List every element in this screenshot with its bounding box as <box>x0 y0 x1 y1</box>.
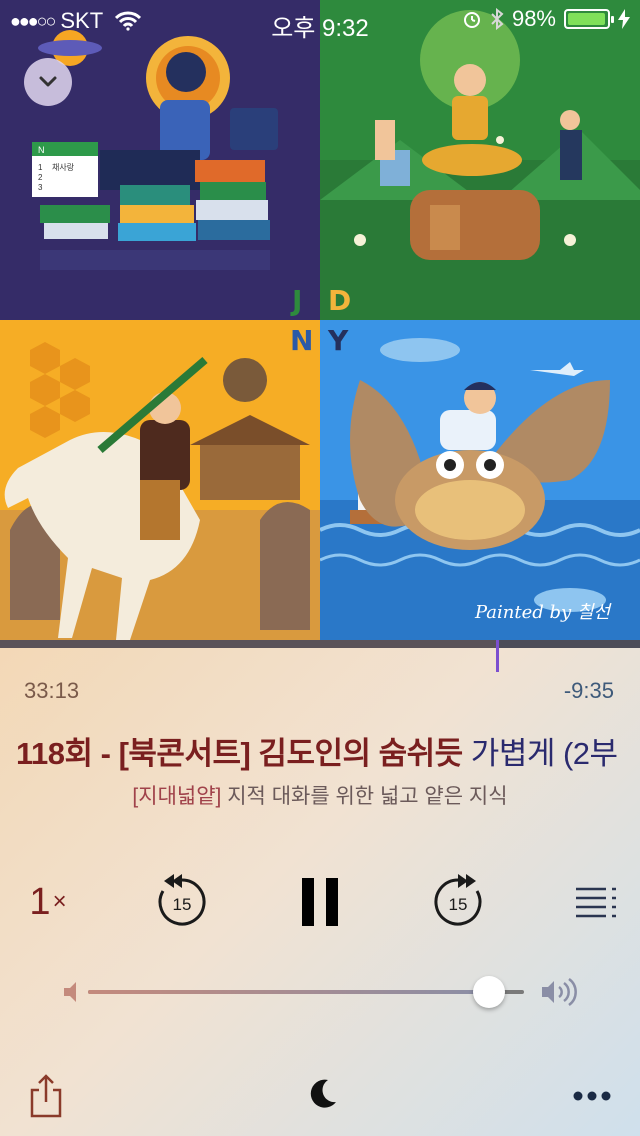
books-illustration: N 1 채사랑 2 3 <box>32 30 278 270</box>
owl-flight-illustration <box>320 338 640 640</box>
pause-icon <box>302 878 338 926</box>
podcast-artwork: N 1 채사랑 2 3 J D N Y Painted by 칠선 <box>0 0 640 640</box>
volume-slider-knob[interactable] <box>473 976 506 1008</box>
rewind-15-icon: 15 <box>158 874 206 926</box>
artwork-letter-d: D <box>328 284 352 317</box>
collapse-player-button[interactable] <box>24 58 72 106</box>
player-panel: 33:13 -9:35 118회 - [북콘서트] 김도인의 숨쉬듯 가볍게 (… <box>0 640 640 1136</box>
queue-list-icon <box>576 887 616 918</box>
episode-title-tail: 가볍게 (2부 <box>470 736 618 771</box>
volume-fill <box>88 990 490 994</box>
book-list-number: 2 <box>38 173 43 182</box>
podcast-title: 지적 대화를 위한 넓고 얕은 지식 <box>227 785 508 808</box>
pause-button[interactable] <box>296 870 344 934</box>
battery-fill <box>568 13 606 25</box>
chevron-down-icon <box>39 76 57 87</box>
artwork-quadrant-j: N 1 채사랑 2 3 J <box>0 0 320 320</box>
artwork-letter-j: J <box>292 284 303 317</box>
charging-icon <box>618 9 630 29</box>
elapsed-time: 33:13 <box>24 678 80 703</box>
forward-15-icon: 15 <box>434 874 482 926</box>
skip-forward-button[interactable]: 15 <box>428 870 488 934</box>
speed-value: 1 <box>29 880 51 923</box>
book-list-header: N <box>38 145 45 155</box>
meditation-illustration <box>320 10 640 320</box>
artwork-letter-y: Y <box>328 324 349 357</box>
artwork-letter-n: N <box>290 324 314 357</box>
artwork-quadrant-n: N <box>0 320 320 640</box>
bluetooth-icon <box>491 8 504 30</box>
skip-forward-seconds: 15 <box>449 895 468 914</box>
bottom-toolbar <box>0 1070 640 1130</box>
episode-title-main: 118회 - [북콘서트] 김도인의 숨쉬듯 <box>16 736 463 771</box>
alarm-icon <box>463 12 480 28</box>
sleep-moon-icon[interactable] <box>304 1076 340 1112</box>
share-icon[interactable] <box>28 1074 64 1118</box>
playback-controls: 1 × 15 15 <box>0 870 640 934</box>
volume-control <box>0 970 640 1014</box>
podcast-tag: [지대넓얕] <box>132 785 222 808</box>
book-list-number: 1 <box>38 163 43 172</box>
artwork-quadrant-y: Y Painted by 칠선 <box>320 320 640 640</box>
artwork-quadrant-d: D <box>320 0 640 320</box>
book-list-title: 채사랑 <box>52 162 75 172</box>
playback-progress-fill <box>0 640 497 648</box>
painter-credit: Painted by 칠선 <box>474 602 610 623</box>
volume-high-icon <box>542 978 577 1006</box>
queue-button[interactable] <box>574 870 618 934</box>
playback-speed-button[interactable]: 1 × <box>18 870 78 934</box>
more-icon[interactable] <box>572 1090 612 1102</box>
status-bar: ●●●○○ SKT 오후 9:32 98% <box>0 0 640 42</box>
playback-progress-bar[interactable] <box>0 640 640 648</box>
speed-suffix: × <box>52 888 67 915</box>
playback-scrubber[interactable] <box>495 640 499 672</box>
battery-percent: 98% <box>511 6 556 31</box>
horse-rider-illustration <box>0 342 320 640</box>
volume-slider[interactable] <box>88 990 524 994</box>
skip-back-seconds: 15 <box>173 895 192 914</box>
book-list-number: 3 <box>38 183 43 192</box>
podcast-name: [지대넓얕] 지적 대화를 위한 넓고 얕은 지식 <box>0 780 640 810</box>
volume-low-icon <box>64 982 76 1002</box>
battery-icon <box>564 9 614 29</box>
remaining-time: -9:35 <box>563 678 614 703</box>
skip-back-button[interactable]: 15 <box>152 870 212 934</box>
episode-title: 118회 - [북콘서트] 김도인의 숨쉬듯 가볍게 (2부 <box>16 728 618 773</box>
